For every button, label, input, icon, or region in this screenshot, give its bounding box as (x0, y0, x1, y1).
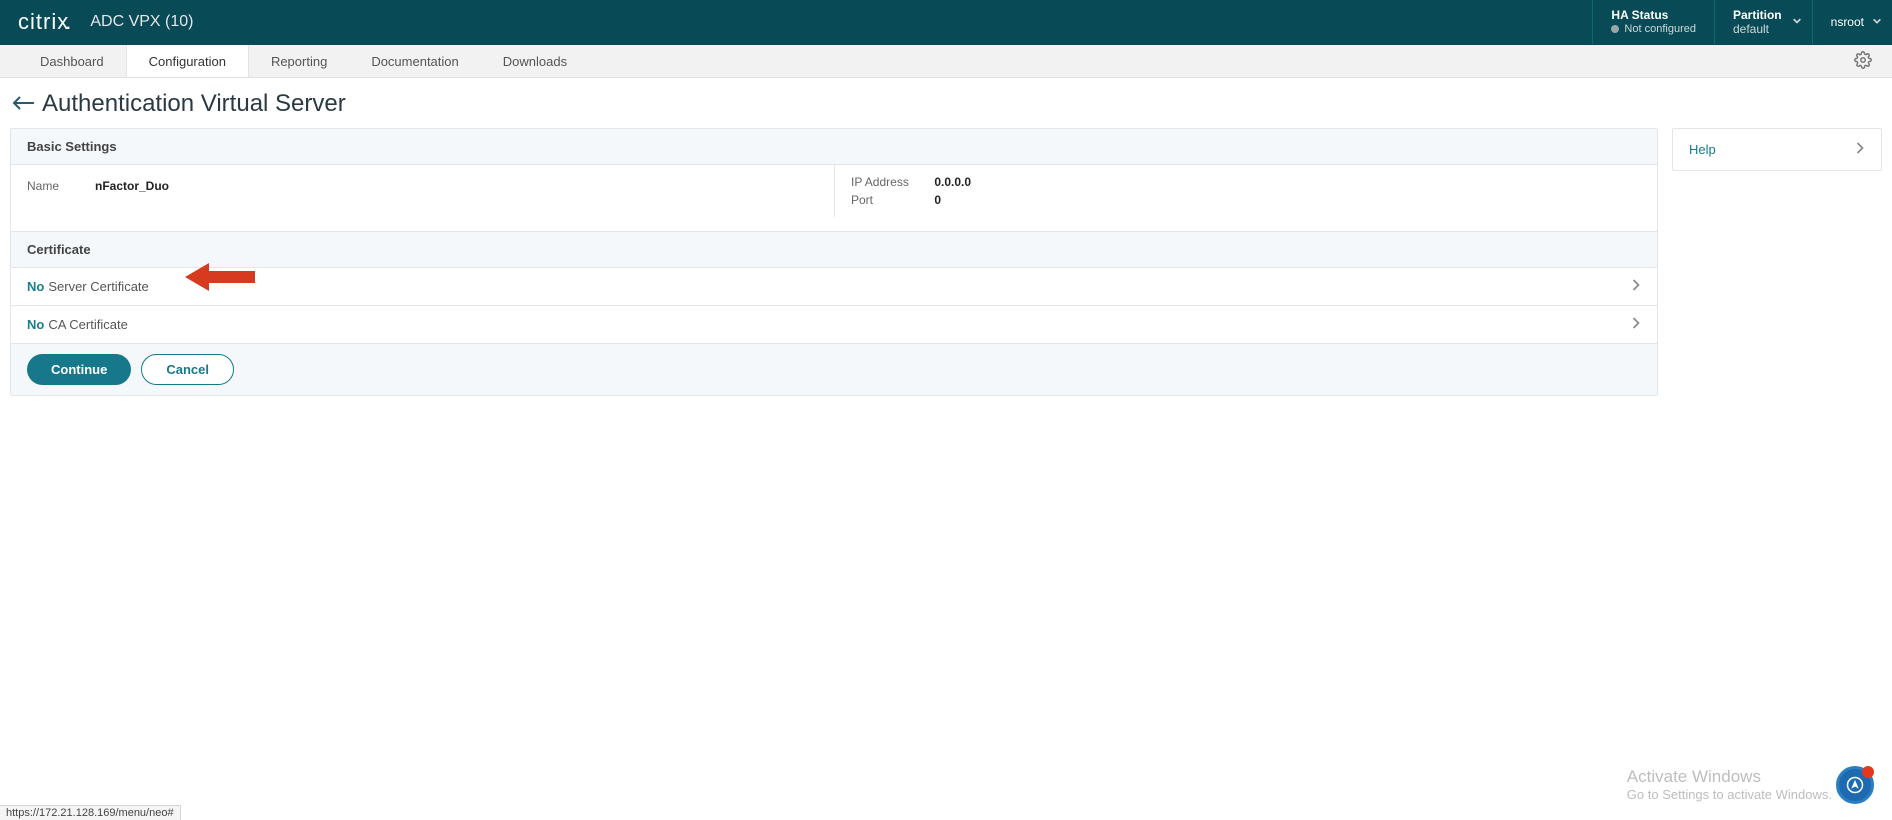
help-label: Help (1689, 142, 1716, 157)
brand-logo: citrix. (18, 9, 72, 35)
ha-status: HA Status Not configured (1592, 0, 1714, 44)
activate-windows-watermark: Activate Windows Go to Settings to activ… (1627, 767, 1832, 802)
tab-documentation[interactable]: Documentation (349, 45, 480, 77)
ca-cert-count: No (27, 317, 44, 332)
port-label: Port (851, 193, 931, 207)
chevron-right-icon (1631, 316, 1641, 333)
chevron-right-icon (1631, 278, 1641, 295)
ca-cert-text: CA Certificate (48, 317, 127, 332)
cancel-button[interactable]: Cancel (141, 354, 234, 385)
main-column: Basic Settings Name nFactor_Duo IP Addre… (10, 128, 1658, 396)
port-value: 0 (934, 193, 941, 207)
product-title: ADC VPX (10) (90, 13, 193, 31)
ha-status-value: Not configured (1624, 23, 1696, 36)
ip-value: 0.0.0.0 (934, 175, 971, 189)
server-certificate-row[interactable]: No Server Certificate (11, 268, 1657, 306)
tab-reporting[interactable]: Reporting (249, 45, 349, 77)
name-value: nFactor_Duo (95, 179, 169, 193)
server-cert-text: Server Certificate (48, 279, 148, 294)
tab-downloads[interactable]: Downloads (481, 45, 589, 77)
certificate-header: Certificate (11, 231, 1657, 268)
watermark-line1: Activate Windows (1627, 767, 1832, 787)
statusbar-url: https://172.21.128.169/menu/neo# (0, 805, 181, 820)
name-label: Name (27, 179, 87, 193)
partition-value: default (1733, 22, 1769, 36)
tab-configuration[interactable]: Configuration (126, 45, 249, 77)
status-dot-icon (1611, 25, 1619, 33)
continue-button[interactable]: Continue (27, 354, 131, 385)
topbar: citrix. ADC VPX (10) HA Status Not confi… (0, 0, 1892, 44)
chevron-down-icon (1872, 15, 1882, 29)
partition-dropdown[interactable]: Partition default (1714, 0, 1812, 44)
chevron-down-icon (1792, 15, 1802, 29)
user-dropdown[interactable]: nsroot (1812, 0, 1892, 44)
navigation-icon (1846, 776, 1864, 794)
ca-certificate-row[interactable]: No CA Certificate (11, 306, 1657, 344)
partition-label: Partition (1733, 8, 1782, 22)
ip-label: IP Address (851, 175, 931, 189)
page-title: Authentication Virtual Server (42, 90, 346, 118)
page-title-row: Authentication Virtual Server (0, 78, 1892, 128)
server-cert-count: No (27, 279, 44, 294)
basic-settings-header: Basic Settings (11, 129, 1657, 165)
gear-icon[interactable] (1854, 51, 1872, 72)
watermark-line2: Go to Settings to activate Windows. (1627, 787, 1832, 802)
help-panel[interactable]: Help (1673, 129, 1881, 170)
tab-dashboard[interactable]: Dashboard (18, 45, 126, 77)
floating-action-button[interactable] (1836, 766, 1874, 804)
side-column: Help (1672, 128, 1882, 171)
ha-status-label: HA Status (1611, 8, 1668, 22)
chevron-right-icon (1855, 141, 1865, 158)
user-name: nsroot (1831, 15, 1864, 29)
button-bar: Continue Cancel (11, 344, 1657, 395)
back-arrow-icon[interactable] (12, 93, 42, 116)
navbar: Dashboard Configuration Reporting Docume… (0, 44, 1892, 78)
